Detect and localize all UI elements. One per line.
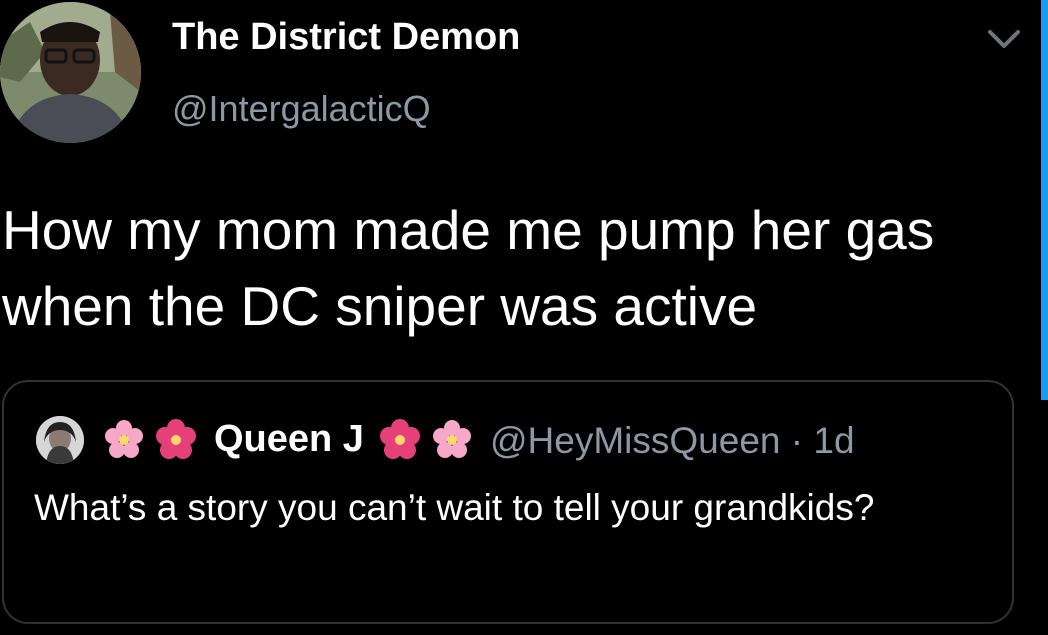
- scroll-indicator: [1041, 0, 1048, 400]
- cherry-blossom-icon: [433, 420, 471, 458]
- quoted-author-handle-time[interactable]: @HeyMissQueen · 1d: [490, 420, 855, 462]
- quoted-author-avatar[interactable]: [36, 416, 84, 464]
- quoted-author-display-name[interactable]: Queen J: [214, 418, 364, 461]
- tweet-text: How my mom made me pump her gas when the…: [2, 199, 935, 337]
- quoted-author-photo: [36, 416, 84, 464]
- quoted-tweet-text: What’s a story you can’t wait to tell yo…: [34, 487, 875, 528]
- quoted-tweet-card[interactable]: Queen J @HeyMissQueen · 1d What’s a stor…: [2, 380, 1014, 624]
- cherry-blossom-icon: [105, 420, 143, 458]
- chevron-down-icon[interactable]: [984, 24, 1024, 54]
- hibiscus-icon: [380, 419, 420, 459]
- author-avatar[interactable]: [0, 2, 141, 143]
- hibiscus-icon: [156, 419, 196, 459]
- author-photo: [0, 2, 141, 143]
- author-handle[interactable]: @IntergalacticQ: [172, 88, 431, 130]
- author-display-name[interactable]: The District Demon: [172, 16, 520, 59]
